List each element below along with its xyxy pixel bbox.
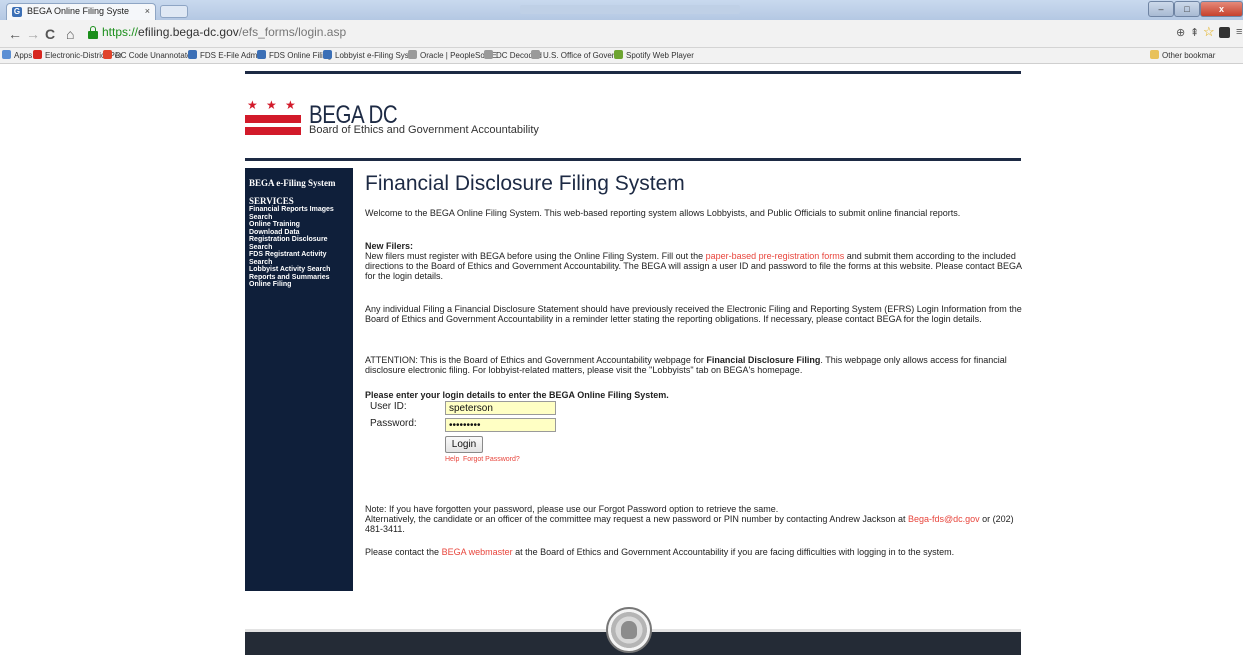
other-bookmarks[interactable]: Other bookmar [1150, 50, 1215, 62]
bookmark-label: Spotify Web Player [626, 51, 694, 60]
window-maximize-button[interactable]: □ [1174, 1, 1200, 17]
address-bar[interactable]: https://efiling.bega-dc.gov/efs_forms/lo… [86, 23, 1156, 43]
forward-icon[interactable]: → [26, 25, 40, 43]
page-title: Financial Disclosure Filing System [365, 172, 685, 195]
bookmark-item[interactable]: DC Code Unannotate [103, 50, 192, 62]
dc-seal-icon [606, 607, 652, 653]
bookmark-icon [33, 50, 42, 59]
sidebar-links: Financial Reports Images Search Online Tr… [249, 206, 349, 289]
logo-subtitle: Board of Ethics and Government Accountab… [309, 124, 539, 136]
sidebar-link[interactable]: Financial Reports Images Search [249, 206, 349, 221]
bookmark-icon [323, 50, 332, 59]
bookmark-item[interactable]: Spotify Web Player [614, 50, 694, 62]
sidebar-link[interactable]: FDS Registrant Activity Search [249, 251, 349, 266]
note-text: Note: If you have forgotten your passwor… [365, 504, 1014, 534]
sidebar-link[interactable]: Download Data [249, 229, 349, 237]
zoom-icon[interactable]: ⊕ [1176, 26, 1185, 39]
dc-flag-icon: ★ ★ ★ [245, 99, 301, 136]
back-icon[interactable]: ← [8, 25, 22, 43]
forgot-password-link[interactable]: Forgot Password? [463, 455, 520, 465]
new-filers-heading: New Filers: [365, 241, 414, 251]
bookmark-label: FDS E-File Admin [200, 51, 264, 60]
help-link[interactable]: Help [445, 455, 459, 465]
sidebar-link[interactable]: Registration Disclosure Search [249, 236, 349, 251]
cast-icon[interactable] [1219, 27, 1230, 38]
star-icon[interactable]: ☆ [1203, 24, 1215, 40]
bookmark-item[interactable]: FDS E-File Admin [188, 50, 264, 62]
bega-fds-email-link[interactable]: Bega-fds@dc.gov [908, 514, 980, 524]
password-label: Password: [370, 418, 417, 429]
top-rule [245, 71, 1021, 74]
bookmark-item[interactable]: Apps [2, 50, 32, 62]
sidebar-link[interactable]: Reports and Summaries [249, 274, 349, 282]
bookmark-icon [484, 50, 493, 59]
bookmark-icon [188, 50, 197, 59]
sidebar: BEGA e-Filing System SERVICES Financial … [245, 168, 353, 591]
browser-toolbar: ← → C ⌂ https://efiling.bega-dc.gov/efs_… [0, 20, 1243, 48]
bookmark-label: Lobbyist e-Filing Syste [335, 51, 416, 60]
bookmark-icon [257, 50, 266, 59]
password-input[interactable] [445, 418, 556, 432]
individual-filing-text: Any individual Filing a Financial Disclo… [365, 304, 1022, 324]
window-title [520, 5, 740, 14]
bookmark-label: DC Code Unannotate [115, 51, 192, 60]
extension-icon[interactable]: ⇞ [1190, 26, 1199, 39]
new-filers-text: New filers must register with BEGA befor… [365, 251, 1022, 281]
web-page: ★ ★ ★ BEGA DC Board of Ethics and Govern… [0, 65, 1243, 655]
sidebar-title: BEGA e-Filing System [249, 178, 336, 188]
main-content: Financial Disclosure Filing System Welco… [365, 168, 1025, 557]
bookmark-item[interactable]: U.S. Office of Governr [531, 50, 622, 62]
pre-registration-forms-link[interactable]: paper-based pre-registration forms [706, 251, 845, 261]
window-minimize-button[interactable]: – [1148, 1, 1174, 17]
contact-text: Please contact the BEGA webmaster at the… [365, 547, 955, 557]
login-heading: Please enter your login details to enter… [365, 390, 669, 400]
bookmark-icon [408, 50, 417, 59]
window-close-button[interactable]: x [1200, 1, 1243, 17]
sidebar-link[interactable]: Lobbyist Activity Search [249, 266, 349, 274]
folder-icon [1150, 50, 1159, 59]
home-icon[interactable]: ⌂ [66, 25, 74, 43]
bookmark-icon [103, 50, 112, 59]
menu-icon[interactable]: ≡ [1236, 26, 1242, 38]
bookmark-item[interactable]: Lobbyist e-Filing Syste [323, 50, 415, 62]
bookmark-icon [2, 50, 11, 59]
bookmark-item[interactable]: FDS Online Filing [257, 50, 332, 62]
bookmark-label: U.S. Office of Governr [543, 51, 622, 60]
header-rule [245, 158, 1021, 161]
bookmark-icon [614, 50, 623, 59]
sidebar-services-heading: SERVICES [249, 196, 294, 206]
bookmark-label: Apps [14, 51, 33, 60]
tab-title: BEGA Online Filing Syste [27, 6, 130, 16]
url-text: https://efiling.bega-dc.gov/efs_forms/lo… [102, 25, 347, 39]
attention-text: ATTENTION: This is the Board of Ethics a… [365, 355, 1007, 375]
browser-tab[interactable]: G BEGA Online Filing Syste × [6, 3, 156, 20]
bookmarks-bar: Other bookmar Apps Electronic-District Pe… [0, 48, 1243, 64]
new-tab-button[interactable] [160, 5, 188, 18]
google-favicon-icon: G [12, 7, 22, 17]
user-id-input[interactable] [445, 401, 556, 415]
welcome-text: Welcome to the BEGA Online Filing System… [365, 208, 961, 218]
tab-close-icon[interactable]: × [145, 4, 150, 19]
browser-tab-bar: G BEGA Online Filing Syste × – □ x [0, 0, 1243, 20]
sidebar-link[interactable]: Online Filing [249, 281, 349, 289]
lock-icon [88, 26, 98, 39]
bookmark-icon [531, 50, 540, 59]
login-button[interactable]: Login [445, 436, 483, 453]
reload-icon[interactable]: C [45, 25, 55, 43]
new-filers-section: New Filers: New filers must register wit… [365, 241, 1025, 281]
user-id-label: User ID: [370, 401, 407, 412]
bega-webmaster-link[interactable]: BEGA webmaster [442, 547, 513, 557]
sidebar-link[interactable]: Online Training [249, 221, 349, 229]
